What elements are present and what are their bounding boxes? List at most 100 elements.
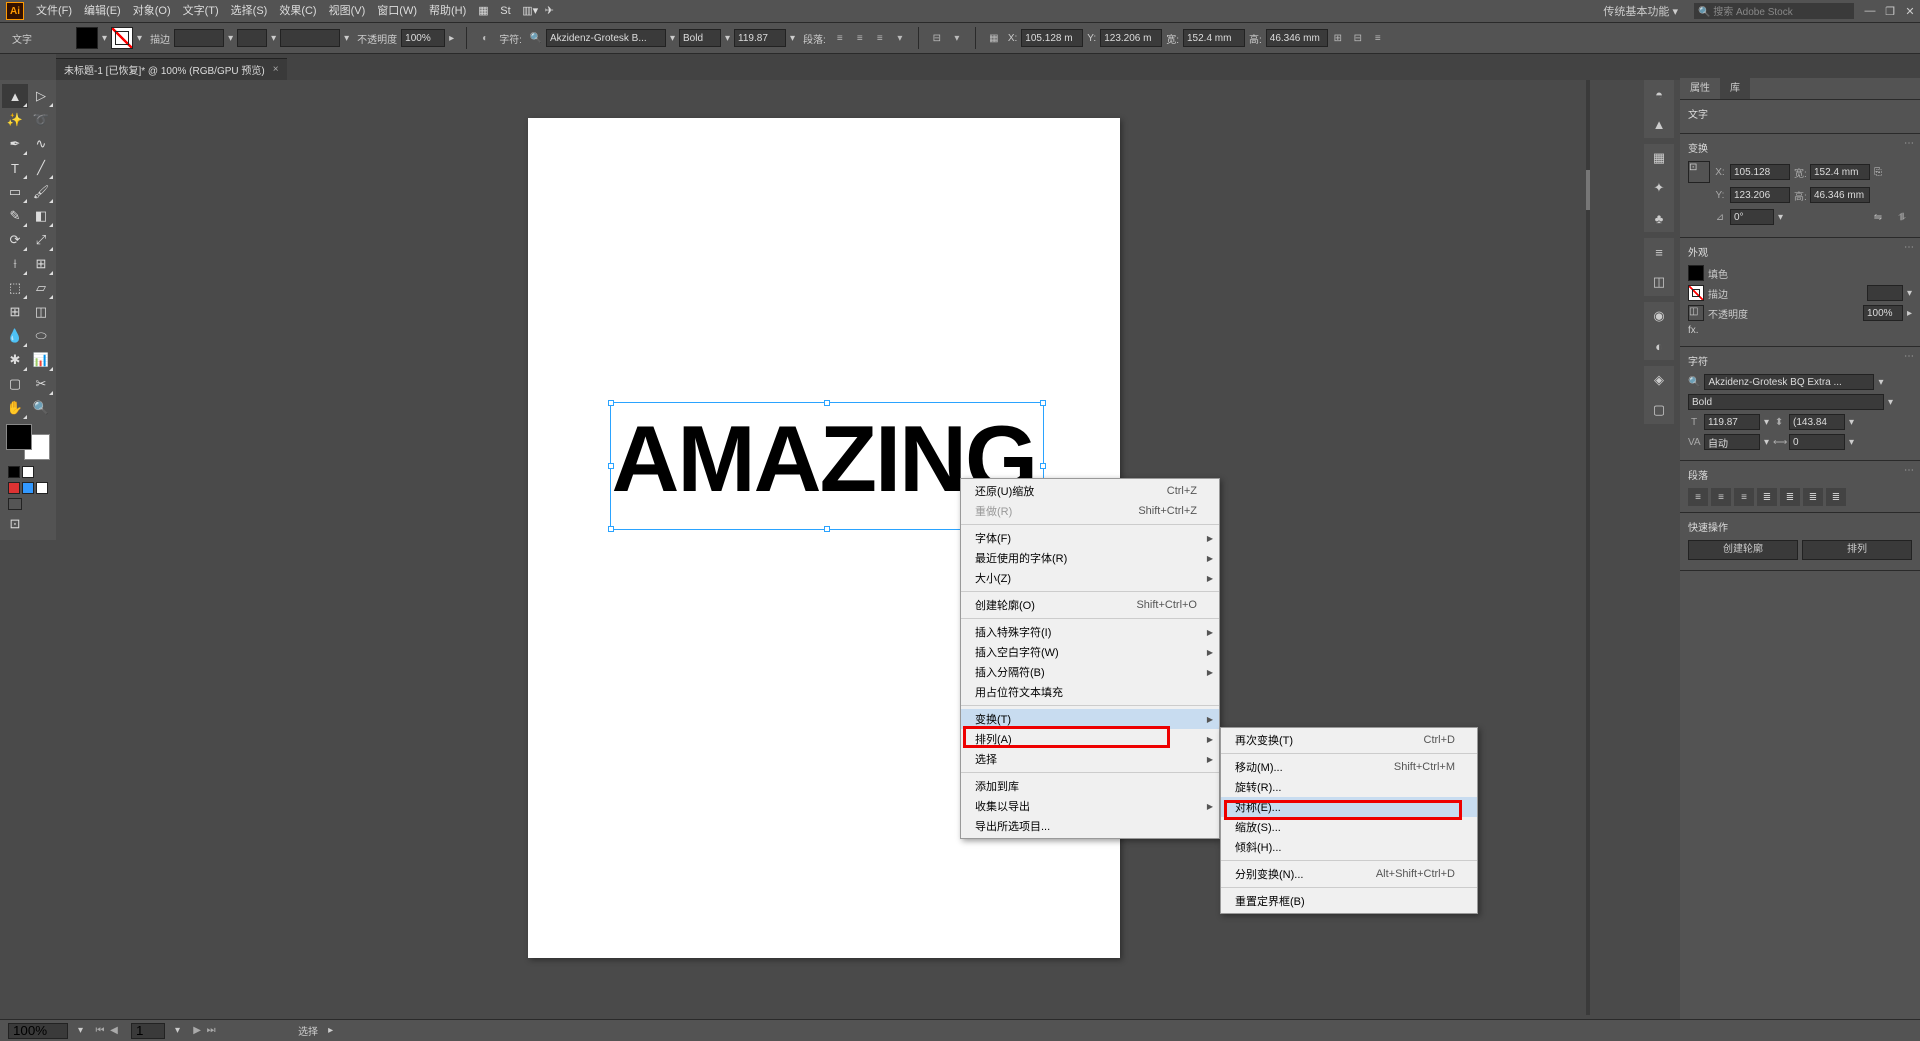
scale-tool[interactable]: ⤢: [28, 228, 54, 252]
w-input[interactable]: [1183, 29, 1245, 47]
ref-point-icon[interactable]: ⊡: [1688, 161, 1710, 183]
ctx-item[interactable]: 选择: [961, 749, 1219, 769]
dock-gradient-icon[interactable]: ≡: [1649, 242, 1669, 262]
para-align-left[interactable]: ≡: [1688, 488, 1708, 506]
free-transform-tool[interactable]: ⊞: [28, 252, 54, 276]
quick-outline-button[interactable]: 创建轮廓: [1688, 540, 1798, 560]
artboard-number[interactable]: [131, 1023, 165, 1039]
dock-swatches-icon[interactable]: ▦: [1649, 148, 1669, 168]
panel-stroke-swatch[interactable]: [1688, 285, 1704, 301]
pen-tool[interactable]: ✒: [2, 132, 28, 156]
stroke-profile[interactable]: [280, 29, 340, 47]
draw-behind[interactable]: [22, 482, 34, 494]
gradient-tool[interactable]: ◫: [28, 300, 54, 324]
panel-fill-swatch[interactable]: [1688, 265, 1704, 281]
panel-angle-input[interactable]: [1730, 209, 1774, 225]
para-menu-icon[interactable]: ⋯: [1904, 465, 1914, 476]
magic-wand-tool[interactable]: ✨: [2, 108, 28, 132]
dock-graphic-styles-icon[interactable]: ◐: [1649, 336, 1669, 356]
dock-color-icon[interactable]: ◓: [1649, 84, 1669, 104]
ctx-item[interactable]: 导出所选项目...: [961, 816, 1219, 836]
menu-type[interactable]: 文字(T): [177, 0, 225, 22]
zoom-tool[interactable]: 🔍: [28, 396, 54, 420]
font-search-icon[interactable]: 🔍: [526, 28, 546, 48]
blend-tool[interactable]: ⬭: [28, 324, 54, 348]
ctx-item[interactable]: 对称(E)...: [1221, 797, 1477, 817]
dock-appearance-icon[interactable]: ◉: [1649, 306, 1669, 326]
slice-tool[interactable]: ✂: [28, 372, 54, 396]
panel-leading[interactable]: [1789, 414, 1845, 430]
para-justify-right[interactable]: ≣: [1803, 488, 1823, 506]
font-size-input[interactable]: [734, 29, 786, 47]
para-align-center[interactable]: ≡: [1711, 488, 1731, 506]
ctx-item[interactable]: 用占位符文本填充: [961, 682, 1219, 702]
line-tool[interactable]: ╱: [28, 156, 54, 180]
opacity-input[interactable]: [401, 29, 445, 47]
panel-tab-properties[interactable]: 属性: [1680, 78, 1720, 99]
flip-h-icon[interactable]: ⇋: [1868, 207, 1888, 227]
curvature-tool[interactable]: ∿: [28, 132, 54, 156]
ctx-item[interactable]: 收集以导出: [961, 796, 1219, 816]
stroke-weight-input[interactable]: [174, 29, 224, 47]
arrange-icon[interactable]: ▥▾: [516, 0, 538, 22]
fx-label[interactable]: fx.: [1688, 325, 1699, 336]
recolor-icon[interactable]: ◐: [475, 28, 495, 48]
ctx-item[interactable]: 移动(M)...Shift+Ctrl+M: [1221, 757, 1477, 777]
menu-edit[interactable]: 编辑(E): [78, 0, 127, 22]
para-justify-left[interactable]: ≣: [1757, 488, 1777, 506]
link-wh-icon[interactable]: ⎘: [1874, 167, 1882, 178]
prefs-icon[interactable]: ⊞: [1328, 28, 1348, 48]
h-input[interactable]: [1266, 29, 1328, 47]
fill-swatch[interactable]: [76, 27, 98, 49]
draw-normal[interactable]: [8, 482, 20, 494]
panel-font-family[interactable]: [1704, 374, 1874, 390]
dock-symbols-icon[interactable]: ♣: [1649, 208, 1669, 228]
para-align-right[interactable]: ≡: [1734, 488, 1754, 506]
eyedropper-tool[interactable]: 💧: [2, 324, 28, 348]
menu-view[interactable]: 视图(V): [323, 0, 372, 22]
transform-menu-icon[interactable]: ⋯: [1904, 138, 1914, 149]
gpu-icon[interactable]: ✈: [538, 0, 560, 22]
panel-stroke-weight[interactable]: [1867, 285, 1903, 301]
mini-fill[interactable]: [8, 466, 20, 478]
ctx-item[interactable]: 还原(U)缩放Ctrl+Z: [961, 481, 1219, 501]
search-stock[interactable]: 🔍 搜索 Adobe Stock: [1694, 3, 1854, 19]
panel-font-weight[interactable]: [1688, 394, 1884, 410]
workspace-switcher[interactable]: 传统基本功能 ▾: [1593, 3, 1688, 19]
para-justify-center[interactable]: ≣: [1780, 488, 1800, 506]
document-tab[interactable]: 未标题-1 [已恢复]* @ 100% (RGB/GPU 预览) ×: [56, 58, 287, 80]
prefs2-icon[interactable]: ⊟: [1348, 28, 1368, 48]
menu-object[interactable]: 对象(O): [127, 0, 177, 22]
symbol-sprayer-tool[interactable]: ✱: [2, 348, 28, 372]
menu-help[interactable]: 帮助(H): [423, 0, 472, 22]
edit-toolbar[interactable]: ⊡: [2, 512, 28, 536]
font-weight-input[interactable]: [679, 29, 721, 47]
panel-kerning[interactable]: [1704, 434, 1760, 450]
transform-icon[interactable]: ▦: [984, 28, 1004, 48]
ctx-item[interactable]: 插入分隔符(B): [961, 662, 1219, 682]
menu-effect[interactable]: 效果(C): [273, 0, 322, 22]
align-center-icon[interactable]: ≡: [850, 28, 870, 48]
mesh-tool[interactable]: ⊞: [2, 300, 28, 324]
perspective-tool[interactable]: ▱: [28, 276, 54, 300]
ctx-item[interactable]: 创建轮廓(O)Shift+Ctrl+O: [961, 595, 1219, 615]
window-restore[interactable]: ❐: [1880, 5, 1900, 18]
flip-v-icon[interactable]: ⥮: [1892, 207, 1912, 227]
mini-none[interactable]: [22, 466, 34, 478]
ctx-item[interactable]: 排列(A): [961, 729, 1219, 749]
panel-h-input[interactable]: [1810, 187, 1870, 203]
shaper-tool[interactable]: ✎: [2, 204, 28, 228]
panel-opacity-input[interactable]: [1863, 305, 1903, 321]
zoom-input[interactable]: [8, 1023, 68, 1039]
ctx-item[interactable]: 最近使用的字体(R): [961, 548, 1219, 568]
ctx-item[interactable]: 插入空白字符(W): [961, 642, 1219, 662]
menu-file[interactable]: 文件(F): [30, 0, 78, 22]
screen-mode[interactable]: [8, 498, 22, 510]
panel-y-input[interactable]: [1730, 187, 1790, 203]
eraser-tool[interactable]: ◧: [28, 204, 54, 228]
canvas-vscroll[interactable]: [1586, 80, 1590, 1015]
ctx-item[interactable]: 缩放(S)...: [1221, 817, 1477, 837]
dock-layers-icon[interactable]: ◈: [1649, 370, 1669, 390]
shape-builder-tool[interactable]: ⬚: [2, 276, 28, 300]
dock-stroke-icon[interactable]: ✦: [1649, 178, 1669, 198]
